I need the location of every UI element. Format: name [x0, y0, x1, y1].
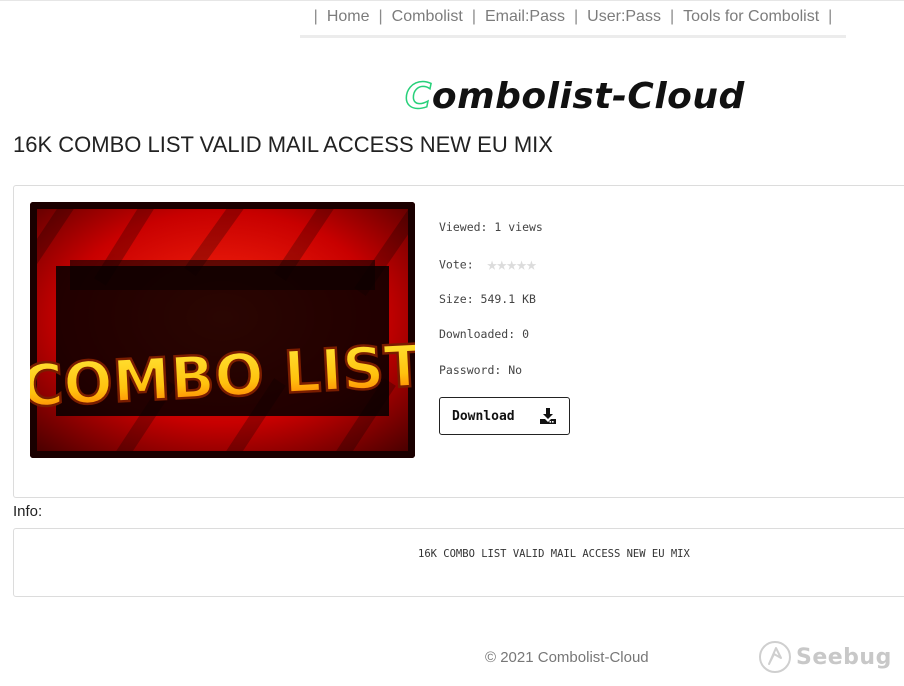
rating-star[interactable]: ★ [506, 254, 517, 275]
nav-separator: | [313, 8, 318, 25]
rating-stars[interactable]: ★★★★★ [487, 254, 537, 275]
seebug-logo-icon [759, 641, 791, 673]
nav-tools-link[interactable]: Tools for Combolist [683, 8, 819, 26]
site-logo[interactable]: Combolist-Cloud [404, 75, 745, 118]
nav-separator: | [378, 8, 383, 25]
download-count: Downloaded: 0 [439, 327, 530, 341]
post-thumbnail: COMBO LIST [30, 202, 415, 458]
nav-user-pass-link[interactable]: User:Pass [587, 8, 661, 26]
views-count: Viewed: 1 views [439, 220, 543, 234]
rating-star[interactable]: ★ [526, 254, 537, 275]
nav-email-pass-link[interactable]: Email:Pass [485, 8, 565, 26]
rating-star[interactable]: ★ [516, 254, 527, 275]
nav-combolist-link[interactable]: Combolist [392, 8, 463, 26]
file-size: Size: 549.1 KB [439, 292, 536, 306]
page-title: 16K COMBO LIST VALID MAIL ACCESS NEW EU … [13, 132, 553, 157]
info-label: Info: [13, 503, 43, 520]
logo-text: ombolist-Cloud [431, 76, 745, 117]
rating-star[interactable]: ★ [487, 254, 498, 275]
info-text: 16K COMBO LIST VALID MAIL ACCESS NEW EU … [418, 548, 690, 560]
password-info: Password: No [439, 363, 523, 377]
top-nav: | Home | Combolist | Email:Pass | User:P… [300, 8, 846, 38]
download-button[interactable]: Download [439, 397, 570, 435]
download-button-label: Download [452, 408, 515, 424]
nav-home-link[interactable]: Home [327, 8, 370, 26]
rating-star[interactable]: ★ [496, 254, 507, 275]
watermark-text: Seebug [796, 644, 892, 670]
footer-copyright: © 2021 Combolist-Cloud [485, 649, 649, 666]
nav-separator: | [471, 8, 476, 25]
logo-letter: C [404, 75, 432, 118]
vote-label: Vote: [439, 257, 474, 272]
nav-separator: | [828, 8, 833, 25]
nav-separator: | [669, 8, 675, 25]
info-box [13, 528, 904, 597]
top-border [0, 0, 904, 1]
download-icon [540, 408, 556, 428]
seebug-watermark: Seebug [758, 640, 892, 674]
vote-row: Vote: ★★★★★ [439, 254, 537, 275]
nav-separator: | [574, 8, 579, 25]
